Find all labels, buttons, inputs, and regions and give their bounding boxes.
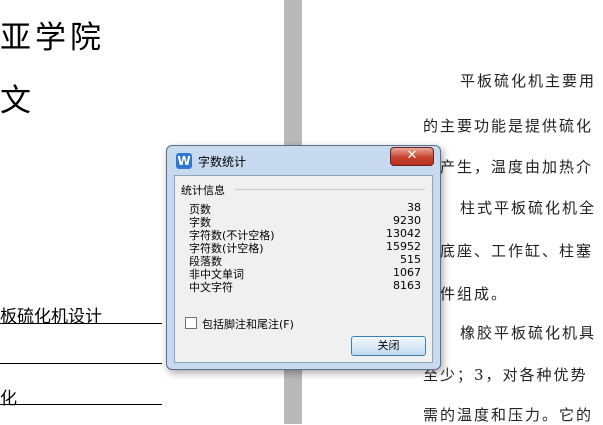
window-close-button[interactable]: ✕ [390,147,434,166]
group-label-statistics: 统计信息 [181,182,228,198]
stats-value: 38 [407,201,421,214]
paragraph-line: 平板硫化机主要用 [460,72,597,90]
stats-value: 1067 [393,266,421,279]
stats-row-chars-no-spaces: 字符数(不计空格) 13042 [189,227,421,242]
paragraph-line: 产生，温度由加热介 [440,158,594,176]
dialog-body: 统计信息 页数 38 字数 9230 字符数(不计空格) 13042 字符数(计… [174,175,433,363]
paragraph-line: 的主要功能是提供硫化 [423,117,594,135]
paragraph-line: 至少；3，对各种优势 [423,366,588,384]
word-count-dialog: W 字数统计 ✕ 统计信息 页数 38 字数 9230 字符数(不计空格) 13… [166,145,441,370]
include-footnotes-checkbox[interactable] [185,317,197,329]
stats-value: 8163 [393,279,421,292]
close-dialog-button[interactable]: 关闭 [351,336,426,356]
document-heading: 亚学院 [0,20,105,56]
stats-row-paragraphs: 段落数 515 [189,253,421,268]
stats-row-chinese-chars: 中文字符 8163 [189,279,421,294]
underline [0,363,162,364]
close-icon: ✕ [406,148,418,163]
document-field: 化 [0,389,17,409]
underline [0,323,162,324]
underline [0,404,162,405]
stats-label: 中文字符 [189,281,233,294]
stats-value: 515 [400,253,421,266]
stats-row-words: 字数 9230 [189,214,421,229]
stats-value: 15952 [386,240,421,253]
paragraph-line: 柱式平板硫化机全 [460,199,597,217]
stats-row-pages: 页数 38 [189,201,421,216]
group-divider [235,189,425,190]
document-subheading: 文 [0,83,35,119]
paragraph-line: 底座、工作缸、柱塞 [440,242,594,260]
dialog-title: 字数统计 [198,155,247,169]
paragraph-line: 橡胶平板硫化机具 [460,324,597,342]
paragraph-line: 件组成。 [440,285,509,303]
stats-value: 13042 [386,227,421,240]
stats-row-non-chinese-words: 非中文单词 1067 [189,266,421,281]
stats-row-chars-with-spaces: 字符数(计空格) 15952 [189,240,421,255]
paragraph-line: 需的温度和压力。它的 [423,406,594,424]
dialog-titlebar[interactable]: W 字数统计 ✕ [167,146,440,175]
wps-writer-icon: W [176,153,192,169]
stats-value: 9230 [393,214,421,227]
include-footnotes-label[interactable]: 包括脚注和尾注(F) [202,316,294,332]
